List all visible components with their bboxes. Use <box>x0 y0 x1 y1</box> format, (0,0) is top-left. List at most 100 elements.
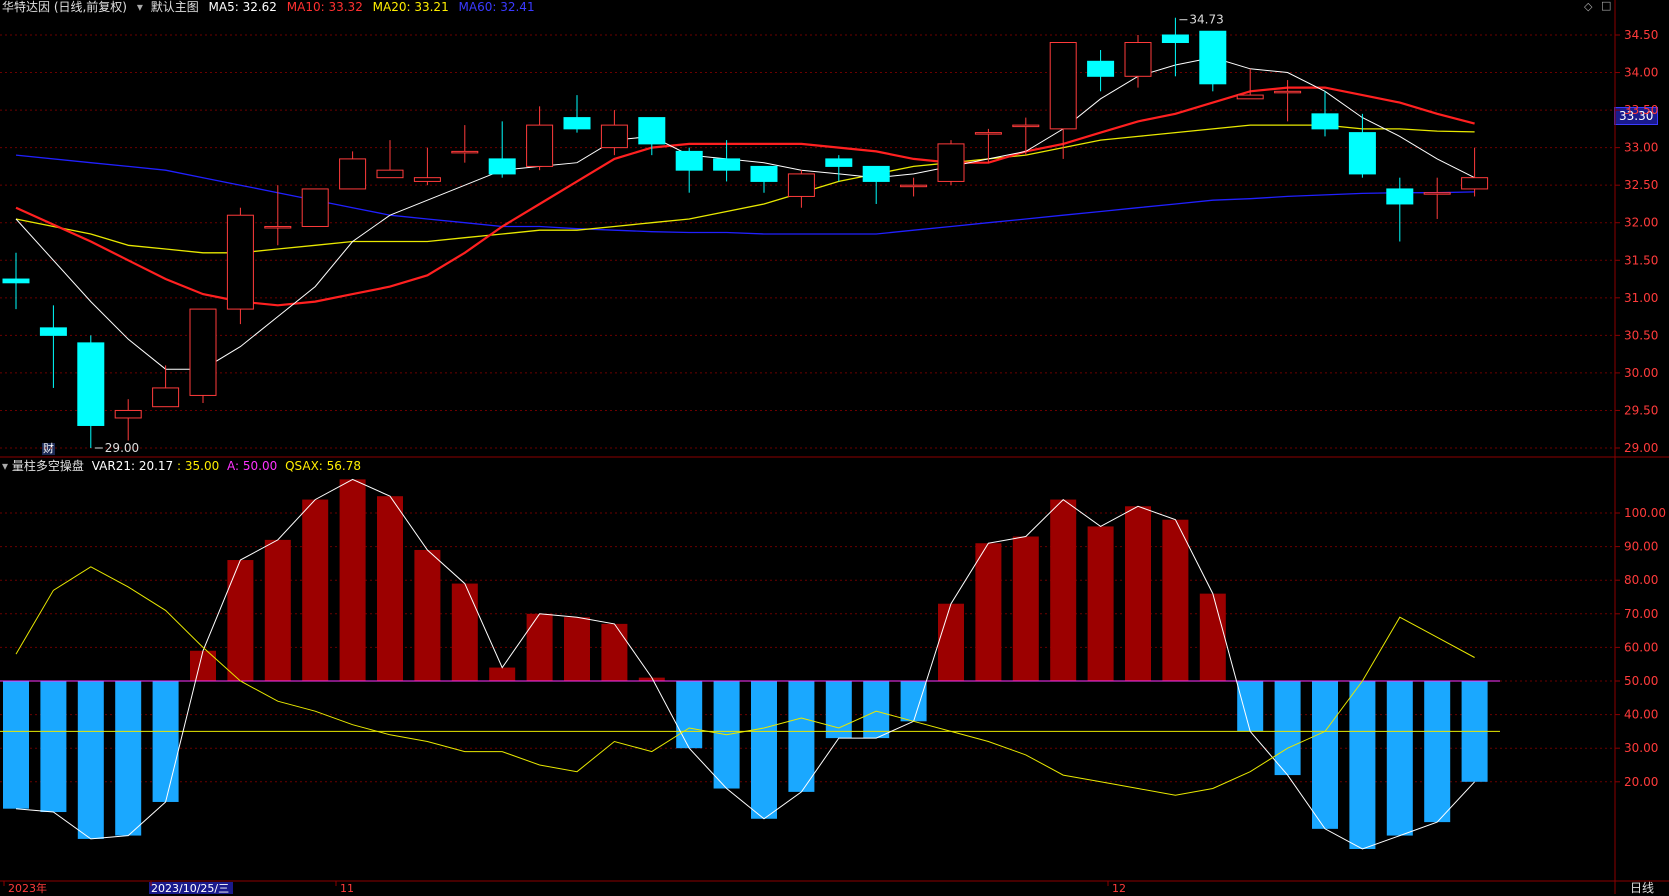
main-y-tick-label: 32.00 <box>1624 216 1658 230</box>
var21-bar[interactable] <box>227 560 254 681</box>
candle-body[interactable] <box>638 117 666 145</box>
var21-bar[interactable] <box>152 681 179 802</box>
ind-y-tick-label: 30.00 <box>1624 741 1658 755</box>
candle-body[interactable] <box>1087 60 1115 77</box>
var21-bar[interactable] <box>264 539 291 681</box>
candle-body[interactable] <box>787 173 815 197</box>
candle-body[interactable] <box>750 165 778 182</box>
main-y-tick-label: 32.50 <box>1624 178 1658 192</box>
candle-body[interactable] <box>1199 30 1227 85</box>
var21-bar[interactable] <box>564 617 590 681</box>
var21-bar[interactable] <box>1274 681 1301 776</box>
candle-body[interactable] <box>1386 188 1414 205</box>
candle-body[interactable] <box>376 169 404 179</box>
candle-body[interactable] <box>713 158 741 171</box>
var21-bar[interactable] <box>339 479 366 681</box>
var21-bar[interactable] <box>788 681 815 792</box>
candle-body[interactable] <box>675 150 703 171</box>
main-y-tick-label: 34.50 <box>1624 28 1658 42</box>
low-label: 29.00 <box>105 441 139 455</box>
var21-bar[interactable] <box>115 681 142 836</box>
ind-y-tick-label: 50.00 <box>1624 674 1658 688</box>
candle-body[interactable] <box>1274 90 1302 94</box>
var21-bar[interactable] <box>40 681 67 813</box>
candle-body[interactable] <box>451 150 479 154</box>
main-y-tick-label: 31.50 <box>1624 253 1658 267</box>
var21-bar[interactable] <box>302 499 329 681</box>
var21-bar[interactable] <box>975 543 1002 681</box>
var21-bar[interactable] <box>526 613 553 681</box>
x-tick-label: 11 <box>340 882 354 894</box>
var21-bar[interactable] <box>1312 681 1338 829</box>
ind-y-tick-label: 70.00 <box>1624 607 1658 621</box>
var21-bar[interactable] <box>676 681 703 749</box>
main-y-tick-label: 33.50 <box>1624 103 1658 117</box>
candle-body[interactable] <box>488 158 516 175</box>
candle-body[interactable] <box>226 214 254 310</box>
var21-bar[interactable] <box>77 681 104 839</box>
var21-bar[interactable] <box>1162 519 1189 681</box>
candle-body[interactable] <box>2 278 30 284</box>
candle-body[interactable] <box>264 225 292 229</box>
main-y-tick-label: 29.50 <box>1624 403 1658 417</box>
ind-y-tick-label: 60.00 <box>1624 640 1658 654</box>
candle-body[interactable] <box>1161 34 1189 44</box>
candle-body[interactable] <box>1012 124 1040 128</box>
candle-body[interactable] <box>1348 132 1376 175</box>
candle-body[interactable] <box>974 132 1002 135</box>
ind-y-tick-label: 20.00 <box>1624 775 1658 789</box>
candle-body[interactable] <box>1049 42 1077 130</box>
var21-bar[interactable] <box>938 603 964 681</box>
main-y-tick-label: 34.00 <box>1624 66 1658 80</box>
var21-bar[interactable] <box>1199 593 1226 681</box>
var21-bar[interactable] <box>825 681 852 739</box>
candle-body[interactable] <box>563 117 591 130</box>
candle-body[interactable] <box>339 158 367 190</box>
var21-bar[interactable] <box>1012 536 1039 681</box>
var21-bar[interactable] <box>489 667 516 681</box>
ma5-line <box>15 56 1475 370</box>
var21-bar[interactable] <box>863 681 890 739</box>
candle-body[interactable] <box>152 387 180 408</box>
candle-body[interactable] <box>526 124 554 167</box>
candle-body[interactable] <box>1236 94 1264 100</box>
candle-body[interactable] <box>600 124 628 149</box>
candle-body[interactable] <box>1461 177 1489 190</box>
candle-body[interactable] <box>413 177 441 182</box>
ind-y-tick-label: 100.00 <box>1624 506 1666 520</box>
candle-body[interactable] <box>900 184 928 188</box>
candle-body[interactable] <box>825 158 853 167</box>
var21-bar[interactable] <box>601 623 628 681</box>
candle-body[interactable] <box>77 342 105 426</box>
ind-y-tick-label: 80.00 <box>1624 573 1658 587</box>
var21-bar[interactable] <box>1424 681 1451 823</box>
candle-body[interactable] <box>301 188 329 227</box>
var21-bar[interactable] <box>1125 506 1151 681</box>
x-tick-label: 2023/10/25/三 <box>151 882 229 894</box>
ind-y-tick-label: 90.00 <box>1624 540 1658 554</box>
candle-body[interactable] <box>937 143 965 182</box>
candle-body[interactable] <box>114 409 142 419</box>
var21-bar[interactable] <box>377 496 403 681</box>
var21-bar[interactable] <box>451 583 478 681</box>
candle-body[interactable] <box>862 165 890 182</box>
var21-bar[interactable] <box>1349 681 1376 849</box>
var21-bar[interactable] <box>1050 499 1077 681</box>
candle-body[interactable] <box>39 327 67 336</box>
candle-body[interactable] <box>1124 42 1152 77</box>
x-tick-label: 12 <box>1112 882 1126 894</box>
var21-bar[interactable] <box>3 681 29 809</box>
stock-chart[interactable]: 29.00 29.50 30.00 30.50 31.00 31.50 32.00 32.50… <box>0 0 1669 894</box>
candle-body[interactable] <box>1311 113 1339 130</box>
var21-bar[interactable] <box>1386 681 1413 836</box>
var21-bar[interactable] <box>751 681 777 819</box>
ind-y-tick-label: 40.00 <box>1624 708 1658 722</box>
candle-body[interactable] <box>189 308 217 396</box>
main-y-tick-label: 30.50 <box>1624 328 1658 342</box>
candle-body[interactable] <box>1423 192 1451 195</box>
main-y-tick-label: 29.00 <box>1624 441 1658 455</box>
var21-bar[interactable] <box>1087 526 1114 681</box>
var21-bar[interactable] <box>900 681 927 722</box>
var21-bar[interactable] <box>1237 681 1264 732</box>
var21-bar[interactable] <box>414 549 441 681</box>
